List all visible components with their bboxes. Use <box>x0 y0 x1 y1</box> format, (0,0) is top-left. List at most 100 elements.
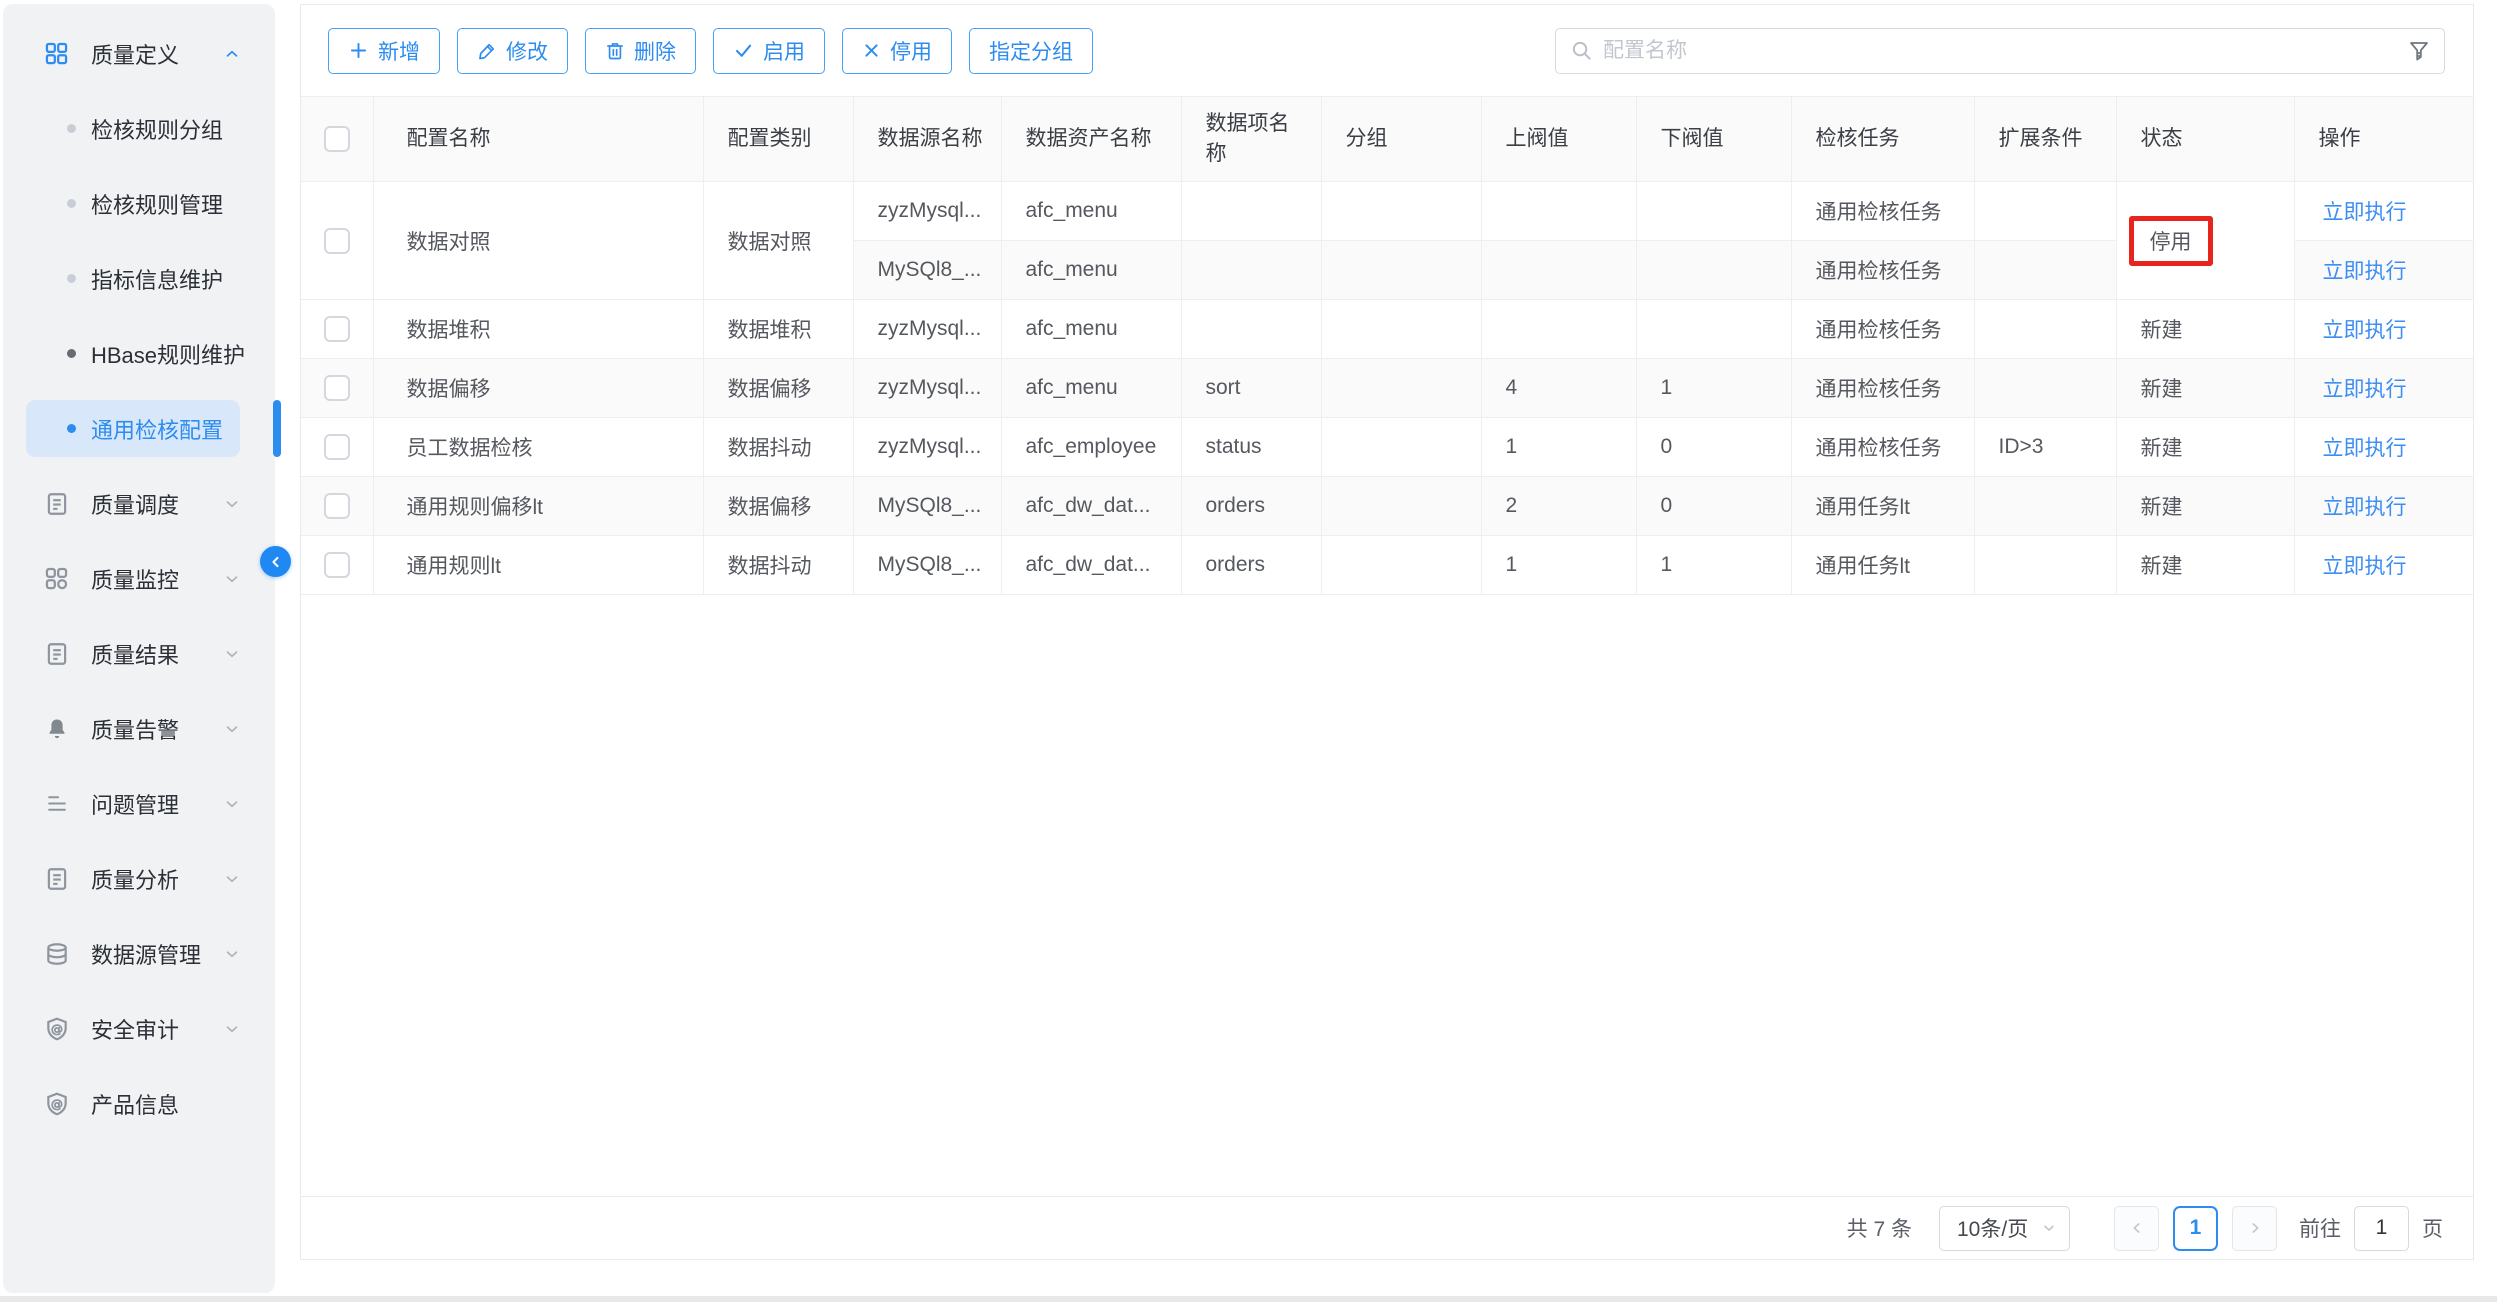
lower-threshold-cell: 0 <box>1636 418 1791 477</box>
config-name-cell: 通用规则偏移lt <box>373 477 703 536</box>
database-icon <box>43 940 70 967</box>
check-task-cell: 通用检核任务 <box>1791 418 1974 477</box>
upper-threshold-cell: 4 <box>1481 359 1636 418</box>
add-button-label: 新增 <box>378 36 420 66</box>
sidebar-item-general-check-config[interactable]: 通用检核配置 <box>3 391 275 466</box>
toolbar: 新增 修改 删除 启用 停用 指定分组 <box>301 5 2473 96</box>
run-now-link[interactable]: 立即执行 <box>2323 201 2407 224</box>
sidebar-item-product-info[interactable]: @ 产品信息 <box>3 1066 275 1141</box>
sidebar-item-quality-scheduling[interactable]: 质量调度 <box>3 466 275 541</box>
total-count: 共 7 条 <box>1847 1213 1912 1243</box>
sidebar-item-label: 数据源管理 <box>91 938 201 970</box>
datasource-cell: MySQl8_... <box>853 241 1001 300</box>
page-size-select[interactable]: 10条/页 <box>1939 1206 2070 1251</box>
assign-group-button[interactable]: 指定分组 <box>969 28 1093 74</box>
run-now-link[interactable]: 立即执行 <box>2323 378 2407 401</box>
row-checkbox[interactable] <box>324 375 350 401</box>
run-now-link[interactable]: 立即执行 <box>2323 260 2407 283</box>
search-input[interactable] <box>1603 39 2407 63</box>
prev-page-button[interactable] <box>2114 1206 2159 1251</box>
sidebar-item-quality-alerts[interactable]: 质量告警 <box>3 691 275 766</box>
row-checkbox[interactable] <box>324 316 350 342</box>
chevron-down-icon <box>223 645 241 663</box>
sidebar-item-label: 通用检核配置 <box>91 413 223 445</box>
sidebar-item-quality-analysis[interactable]: 质量分析 <box>3 841 275 916</box>
check-task-cell: 通用检核任务 <box>1791 241 1974 300</box>
group-cell <box>1321 477 1481 536</box>
sidebar-item-quality-definition[interactable]: 质量定义 <box>3 16 275 91</box>
filter-funnel-icon[interactable] <box>2407 39 2431 63</box>
enable-button[interactable]: 启用 <box>713 28 825 74</box>
table-row: 数据堆积 数据堆积 zyzMysql... afc_menu 通用检核任务 新建… <box>301 300 2473 359</box>
data-item-cell <box>1181 241 1321 300</box>
run-now-link[interactable]: 立即执行 <box>2323 496 2407 519</box>
delete-button-label: 删除 <box>634 36 676 66</box>
config-category-cell: 数据堆积 <box>703 300 853 359</box>
sidebar-item-quality-monitoring[interactable]: 质量监控 <box>3 541 275 616</box>
run-now-link[interactable]: 立即执行 <box>2323 555 2407 578</box>
sidebar-item-hbase-rule-maintenance[interactable]: HBase规则维护 <box>3 316 275 391</box>
action-cell: 立即执行 <box>2294 359 2473 418</box>
action-cell: 立即执行 <box>2294 477 2473 536</box>
asset-cell: afc_employee <box>1001 418 1181 477</box>
close-icon <box>862 41 881 60</box>
chevron-down-icon <box>223 795 241 813</box>
column-header: 检核任务 <box>1791 97 1974 182</box>
row-checkbox-cell <box>301 182 373 300</box>
sidebar-collapse-button[interactable] <box>260 546 291 577</box>
upper-threshold-cell: 1 <box>1481 536 1636 595</box>
sidebar-item-label: HBase规则维护 <box>91 338 245 370</box>
search-box <box>1555 28 2445 74</box>
ext-condition-cell <box>1974 477 2116 536</box>
row-checkbox[interactable] <box>324 552 350 578</box>
sidebar: 质量定义 检核规则分组 检核规则管理 指标信息维护 HBase规则维护 通用检核… <box>3 4 275 1293</box>
upper-threshold-cell: 1 <box>1481 418 1636 477</box>
row-checkbox[interactable] <box>324 434 350 460</box>
config-name-cell: 数据堆积 <box>373 300 703 359</box>
row-checkbox-cell <box>301 418 373 477</box>
enable-button-label: 启用 <box>763 36 805 66</box>
sidebar-item-check-rule-management[interactable]: 检核规则管理 <box>3 166 275 241</box>
goto-page-input[interactable] <box>2354 1206 2409 1251</box>
chevron-down-icon <box>223 495 241 513</box>
table-row: 通用规则lt 数据抖动 MySQl8_... afc_dw_dat... ord… <box>301 536 2473 595</box>
row-checkbox[interactable] <box>324 493 350 519</box>
sidebar-item-quality-results[interactable]: 质量结果 <box>3 616 275 691</box>
ext-condition-cell: ID>3 <box>1974 418 2116 477</box>
sidebar-item-check-rule-group[interactable]: 检核规则分组 <box>3 91 275 166</box>
check-task-cell: 通用任务lt <box>1791 477 1974 536</box>
action-cell: 立即执行 <box>2294 536 2473 595</box>
action-cell: 立即执行 <box>2294 418 2473 477</box>
current-page-button[interactable]: 1 <box>2173 1206 2218 1251</box>
chevron-down-icon <box>2041 1220 2057 1236</box>
delete-button[interactable]: 删除 <box>585 28 696 74</box>
lower-threshold-cell: 1 <box>1636 359 1791 418</box>
group-cell <box>1321 241 1481 300</box>
run-now-link[interactable]: 立即执行 <box>2323 319 2407 342</box>
config-name-cell: 数据偏移 <box>373 359 703 418</box>
add-button[interactable]: 新增 <box>328 28 440 74</box>
sidebar-item-security-audit[interactable]: @ 安全审计 <box>3 991 275 1066</box>
pencil-icon <box>477 41 497 61</box>
asset-cell: afc_menu <box>1001 182 1181 241</box>
column-header: 操作 <box>2294 97 2473 182</box>
data-item-cell: orders <box>1181 477 1321 536</box>
edit-button[interactable]: 修改 <box>457 28 568 74</box>
check-task-cell: 通用检核任务 <box>1791 359 1974 418</box>
check-task-cell: 通用任务lt <box>1791 536 1974 595</box>
group-cell <box>1321 418 1481 477</box>
next-page-button[interactable] <box>2232 1206 2277 1251</box>
select-all-checkbox[interactable] <box>324 126 350 152</box>
check-task-cell: 通用检核任务 <box>1791 182 1974 241</box>
run-now-link[interactable]: 立即执行 <box>2323 437 2407 460</box>
sidebar-item-indicator-maintenance[interactable]: 指标信息维护 <box>3 241 275 316</box>
row-checkbox[interactable] <box>324 228 350 254</box>
ext-condition-cell <box>1974 300 2116 359</box>
sidebar-item-issue-management[interactable]: 问题管理 <box>3 766 275 841</box>
chevron-down-icon <box>223 945 241 963</box>
grid-icon <box>43 40 70 67</box>
config-table: 配置名称 配置类别 数据源名称 数据资产名称 数据项名称 分组 上阀值 下阀值 … <box>301 96 2473 595</box>
disable-button[interactable]: 停用 <box>842 28 952 74</box>
edit-button-label: 修改 <box>506 36 548 66</box>
sidebar-item-datasource-management[interactable]: 数据源管理 <box>3 916 275 991</box>
